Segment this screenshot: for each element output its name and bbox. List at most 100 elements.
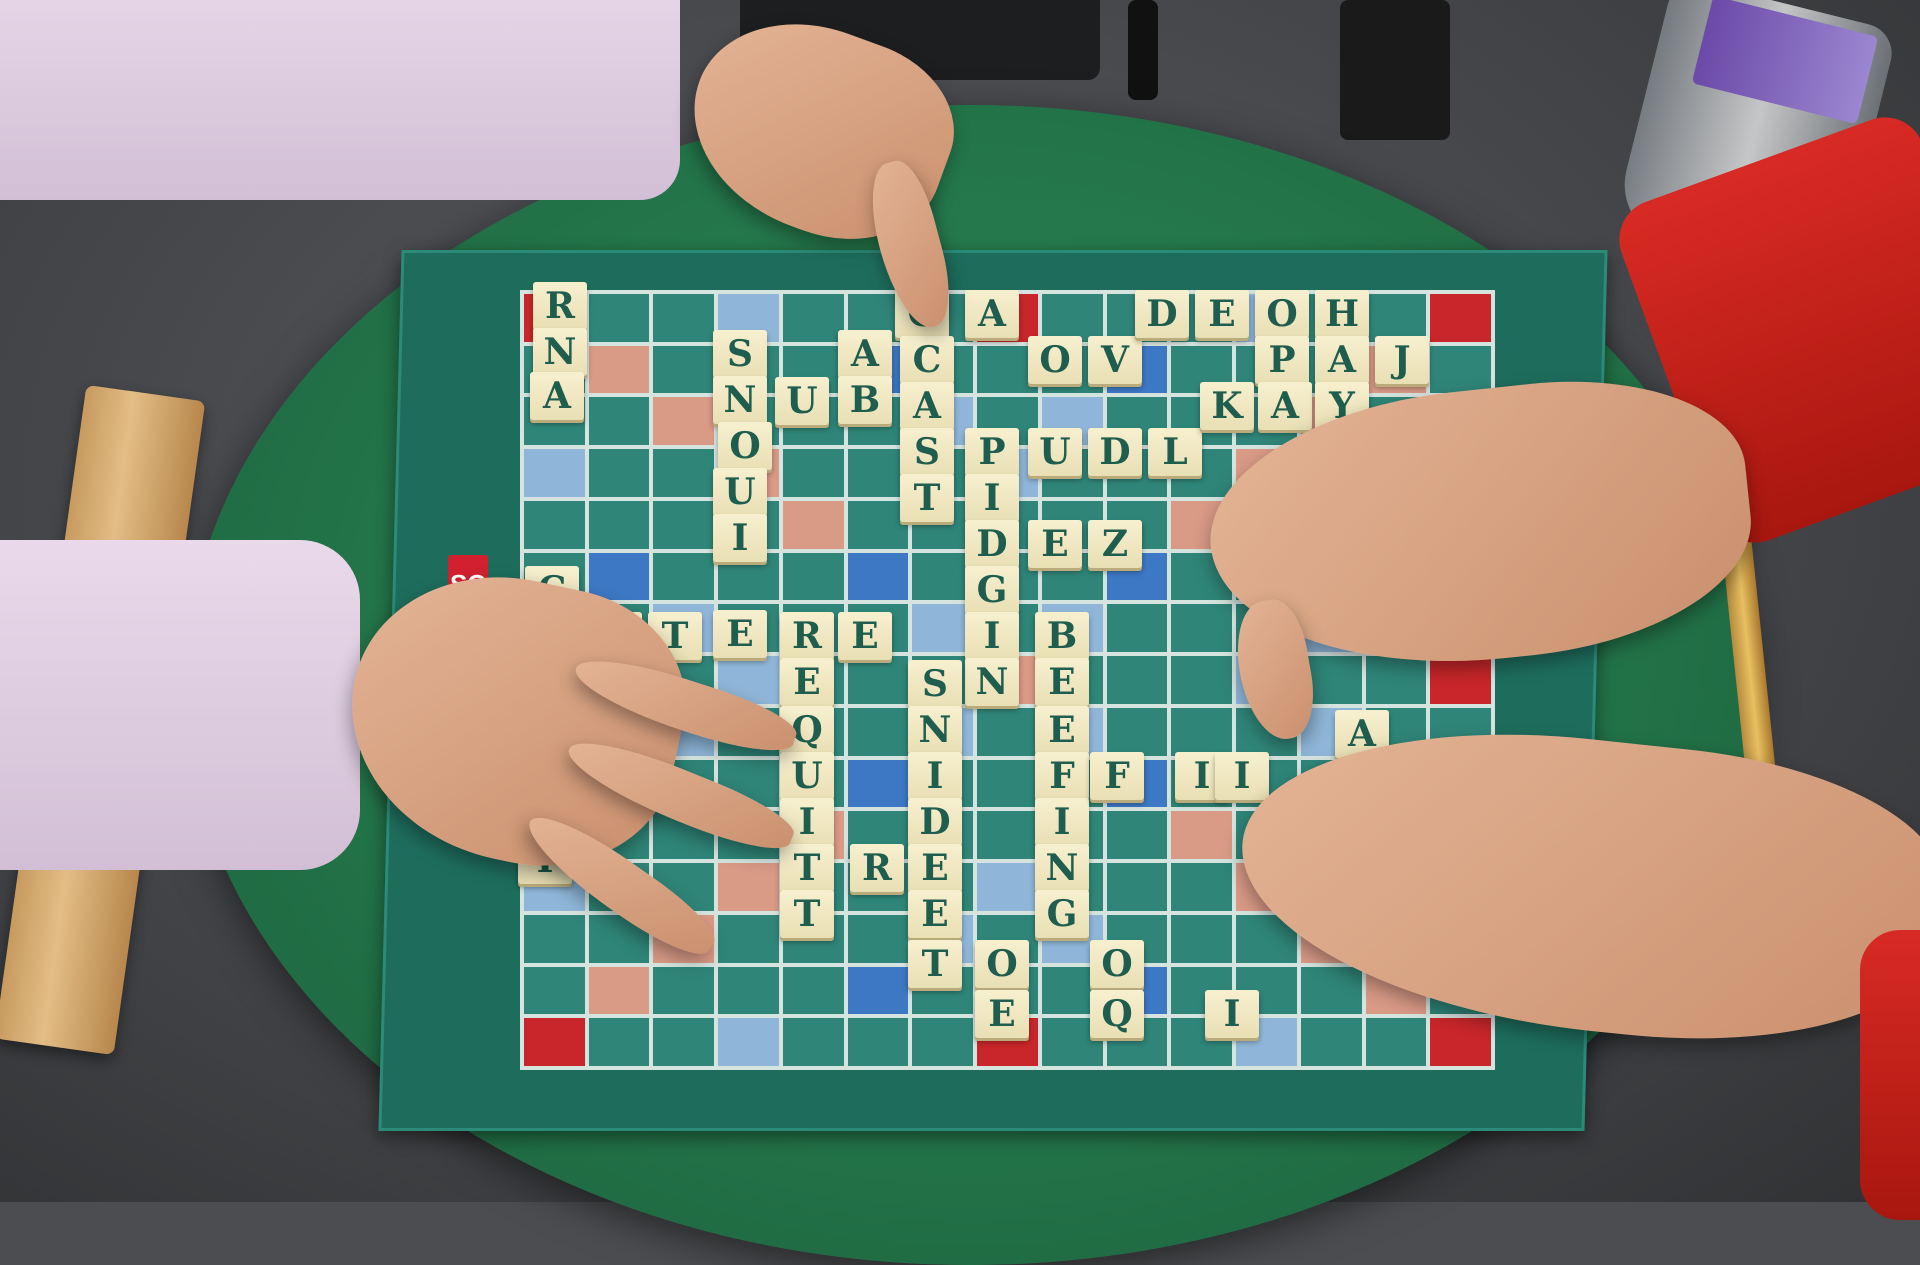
board-square[interactable] xyxy=(977,863,1038,911)
tile[interactable]: I xyxy=(1215,752,1269,800)
board-square[interactable] xyxy=(977,759,1038,808)
tile[interactable]: E xyxy=(1195,290,1249,338)
tile[interactable]: R xyxy=(780,612,834,660)
tile[interactable]: A xyxy=(965,290,1019,338)
board-square[interactable] xyxy=(718,914,779,963)
board-square[interactable] xyxy=(1106,604,1168,653)
board-square[interactable] xyxy=(1365,294,1427,342)
tile[interactable]: S xyxy=(908,660,962,708)
board-square[interactable] xyxy=(1430,656,1491,704)
board-square[interactable] xyxy=(977,811,1038,860)
board-square[interactable] xyxy=(524,500,585,549)
tile[interactable]: T xyxy=(900,474,954,522)
tile[interactable]: K xyxy=(1200,382,1254,430)
tile[interactable]: L xyxy=(1148,428,1202,476)
tile[interactable]: V xyxy=(1088,336,1142,384)
tile[interactable]: O xyxy=(975,940,1029,988)
board-square[interactable] xyxy=(653,500,715,549)
board-square[interactable] xyxy=(1171,656,1233,704)
tile[interactable]: P xyxy=(965,428,1019,476)
tile[interactable]: E xyxy=(713,610,767,658)
board-square[interactable] xyxy=(847,914,909,963)
tile[interactable]: G xyxy=(1035,890,1089,938)
board-square[interactable] xyxy=(1106,811,1168,860)
tile[interactable]: E xyxy=(1035,706,1089,754)
board-square[interactable] xyxy=(653,345,715,394)
board-square[interactable] xyxy=(653,449,715,497)
tile[interactable]: A xyxy=(900,382,954,430)
tile[interactable]: H xyxy=(1315,290,1369,338)
tile[interactable]: U xyxy=(775,377,829,425)
board-square[interactable] xyxy=(588,449,650,497)
board-square[interactable] xyxy=(1365,656,1427,704)
tile[interactable]: A xyxy=(1315,336,1369,384)
tile[interactable]: N xyxy=(533,328,587,376)
tile[interactable]: D xyxy=(1088,428,1142,476)
tile[interactable]: E xyxy=(975,990,1029,1038)
board-square[interactable] xyxy=(653,294,715,342)
board-square[interactable] xyxy=(847,552,909,601)
board-square[interactable] xyxy=(782,552,844,601)
tile[interactable]: O xyxy=(1090,940,1144,988)
board-square[interactable] xyxy=(1430,345,1491,394)
tile[interactable]: U xyxy=(713,468,767,516)
board-square[interactable] xyxy=(847,759,909,808)
board-square[interactable] xyxy=(1106,656,1168,704)
board-square[interactable] xyxy=(524,914,585,963)
tile[interactable]: J xyxy=(1375,336,1429,384)
tile[interactable]: I xyxy=(965,612,1019,660)
tile[interactable]: R xyxy=(533,282,587,330)
tile[interactable]: I xyxy=(1205,990,1259,1038)
tile[interactable]: F xyxy=(1035,752,1089,800)
tile[interactable]: E xyxy=(908,890,962,938)
board-square[interactable] xyxy=(1430,1018,1491,1066)
board-square[interactable] xyxy=(782,1018,844,1066)
tile[interactable]: E xyxy=(908,844,962,892)
tile[interactable]: E xyxy=(1028,520,1082,568)
tile[interactable]: A xyxy=(1258,382,1312,430)
tile[interactable]: U xyxy=(1028,428,1082,476)
board-square[interactable] xyxy=(1171,914,1233,963)
tile[interactable]: I xyxy=(713,514,767,562)
tile[interactable]: S xyxy=(900,428,954,476)
board-square[interactable] xyxy=(782,966,844,1015)
tile[interactable]: B xyxy=(838,376,892,424)
board-square[interactable] xyxy=(588,345,650,394)
board-square[interactable] xyxy=(847,966,909,1015)
tile[interactable]: R xyxy=(850,844,904,892)
board-square[interactable] xyxy=(588,397,650,446)
board-square[interactable] xyxy=(524,449,585,497)
tile[interactable]: T xyxy=(908,940,962,988)
tile[interactable]: U xyxy=(780,752,834,800)
tile[interactable]: T xyxy=(780,844,834,892)
tile[interactable]: E xyxy=(838,612,892,660)
tile[interactable]: Q xyxy=(1090,990,1144,1038)
tile[interactable]: N xyxy=(713,376,767,424)
tile[interactable]: O xyxy=(1255,290,1309,338)
tile[interactable]: N xyxy=(908,706,962,754)
board-square[interactable] xyxy=(718,863,779,911)
board-square[interactable] xyxy=(912,604,974,653)
board-square[interactable] xyxy=(847,707,909,756)
tile[interactable]: F xyxy=(1090,752,1144,800)
board-square[interactable] xyxy=(847,656,909,704)
board-square[interactable] xyxy=(1300,1018,1362,1066)
board-square[interactable] xyxy=(1106,863,1168,911)
tile[interactable]: O xyxy=(718,422,772,470)
board-square[interactable] xyxy=(1430,294,1491,342)
board-square[interactable] xyxy=(1106,707,1168,756)
tile[interactable]: D xyxy=(965,520,1019,568)
tile[interactable]: I xyxy=(965,474,1019,522)
board-square[interactable] xyxy=(653,966,715,1015)
tile[interactable]: B xyxy=(1035,612,1089,660)
board-square[interactable] xyxy=(588,552,650,601)
tile[interactable]: N xyxy=(965,658,1019,706)
board-square[interactable] xyxy=(653,397,715,446)
tile[interactable]: A xyxy=(838,330,892,378)
tile[interactable]: P xyxy=(1255,336,1309,384)
tile[interactable]: C xyxy=(900,336,954,384)
tile[interactable]: Z xyxy=(1088,520,1142,568)
board-square[interactable] xyxy=(1171,604,1233,653)
board-square[interactable] xyxy=(718,1018,779,1066)
tile[interactable]: A xyxy=(530,372,584,420)
